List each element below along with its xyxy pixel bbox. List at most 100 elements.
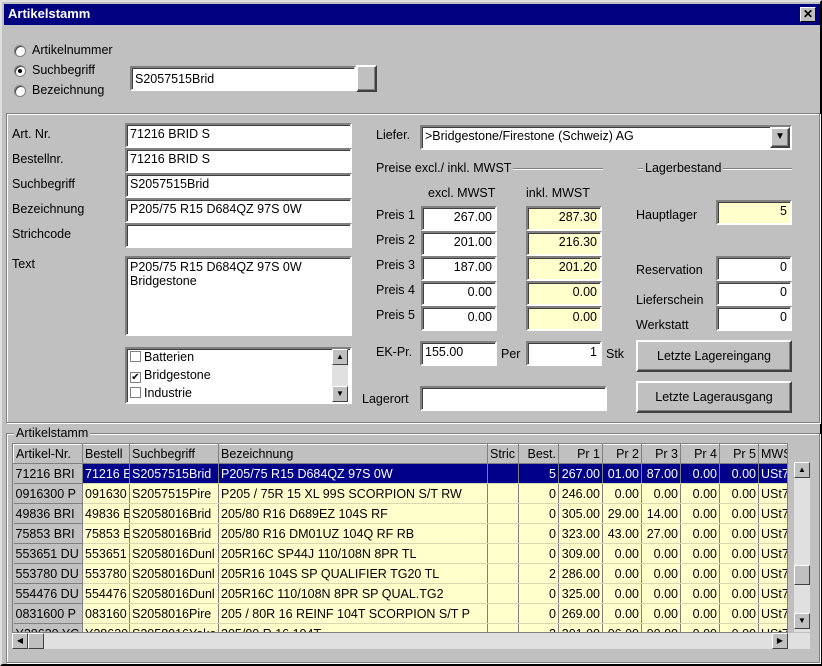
grid-cell[interactable]: 305.00 bbox=[558, 503, 603, 524]
grid-row[interactable]: 0916300 P 091630 S2057515Pire P205 / 75R 15… bbox=[13, 483, 787, 504]
grid-cell[interactable]: 0.00 bbox=[680, 463, 720, 484]
grid-cell[interactable]: 0 bbox=[518, 523, 559, 544]
text-area[interactable]: P205/75 R15 D684QZ 97S 0W Bridgestone bbox=[125, 256, 352, 336]
grid-cell[interactable] bbox=[487, 583, 519, 604]
grid-cell[interactable]: USt7( bbox=[758, 603, 787, 624]
letzte-lagerausgang-button[interactable]: Letzte Lagerausgang bbox=[636, 381, 792, 413]
grid-cell[interactable]: 553780 bbox=[82, 563, 130, 584]
grid-cell[interactable]: 06.00 bbox=[602, 623, 642, 632]
grid-cell[interactable]: 205R16 104S SP QUALIFIER TG20 TL bbox=[218, 563, 488, 584]
grid-column-header[interactable]: Best. bbox=[518, 444, 559, 464]
grid-cell[interactable]: 71216 BRI bbox=[13, 463, 83, 484]
grid-row[interactable]: 553780 DU 553780 S2058016Dunl 205R16 104S S… bbox=[13, 563, 787, 584]
grid-cell[interactable]: S2058016Brid bbox=[129, 503, 219, 524]
grid-cell[interactable]: 0.00 bbox=[641, 563, 681, 584]
scroll-right-icon[interactable]: ▶ bbox=[772, 633, 788, 649]
grid-cell[interactable]: 325.00 bbox=[558, 583, 603, 604]
grid-cell[interactable] bbox=[487, 463, 519, 484]
radio-bezeichnung[interactable] bbox=[14, 85, 26, 97]
grid-cell[interactable]: 205R16C 110/108N 8PR SP QUAL.TG2 bbox=[218, 583, 488, 604]
reservation-field[interactable]: 0 bbox=[716, 256, 792, 281]
grid-cell[interactable]: USt7( bbox=[758, 503, 787, 524]
price5-incl[interactable]: 0.00 bbox=[526, 306, 602, 331]
price4-excl[interactable]: 0.00 bbox=[421, 281, 497, 306]
grid-cell[interactable]: 0.00 bbox=[602, 563, 642, 584]
grid-cell[interactable]: 0 bbox=[518, 603, 559, 624]
grid-column-header[interactable]: Bestell bbox=[82, 444, 130, 464]
price3-excl[interactable]: 187.00 bbox=[421, 256, 497, 281]
price2-excl[interactable]: 201.00 bbox=[421, 231, 497, 256]
suchbegriff-field[interactable]: S2057515Brid bbox=[125, 173, 352, 198]
grid-cell[interactable]: S2058016Dunl bbox=[129, 583, 219, 604]
grid-cell[interactable] bbox=[487, 503, 519, 524]
grid-cell[interactable]: 0.00 bbox=[641, 583, 681, 604]
price3-incl[interactable]: 201.20 bbox=[526, 256, 602, 281]
bestellnr-field[interactable]: 71216 BRID S bbox=[125, 148, 352, 173]
price1-excl[interactable]: 267.00 bbox=[421, 206, 497, 231]
grid-cell[interactable]: 246.00 bbox=[558, 483, 603, 504]
grid-cell[interactable]: 091630 bbox=[82, 483, 130, 504]
grid-cell[interactable]: 553651 DU bbox=[13, 543, 83, 564]
grid-cell[interactable]: 49836 BRI bbox=[13, 503, 83, 524]
grid-cell[interactable]: 554476 bbox=[82, 583, 130, 604]
category-item[interactable]: Batterien bbox=[130, 350, 347, 368]
artikel-grid[interactable]: Artikel-Nr. Bestell Suchbegriff Bezeichnung… bbox=[12, 443, 788, 633]
grid-row[interactable]: 49836 BRI 49836 E S2058016Brid 205/80 R16 D… bbox=[13, 503, 787, 524]
letzte-lagereingang-button[interactable]: Letzte Lagereingang bbox=[636, 340, 792, 372]
grid-cell[interactable]: 01.00 bbox=[602, 463, 642, 484]
grid-cell[interactable]: USt7( bbox=[758, 483, 787, 504]
grid-cell[interactable]: 29.00 bbox=[602, 503, 642, 524]
grid-cell[interactable]: 0.00 bbox=[719, 623, 759, 632]
grid-cell[interactable] bbox=[487, 603, 519, 624]
grid-cell[interactable]: 0.00 bbox=[602, 583, 642, 604]
grid-cell[interactable]: P205 / 75R 15 XL 99S SCORPION S/T RW bbox=[218, 483, 488, 504]
price1-incl[interactable]: 287.30 bbox=[526, 206, 602, 231]
scroll-left-icon[interactable]: ◀ bbox=[12, 633, 28, 649]
grid-cell[interactable]: S2058016Brid bbox=[129, 523, 219, 544]
grid-cell[interactable]: 0.00 bbox=[719, 603, 759, 624]
grid-cell[interactable]: Y28630 bbox=[82, 623, 130, 632]
grid-cell[interactable]: 49836 E bbox=[82, 503, 130, 524]
grid-cell[interactable]: 0.00 bbox=[602, 483, 642, 504]
grid-cell[interactable]: 553651 bbox=[82, 543, 130, 564]
grid-cell[interactable]: 27.00 bbox=[641, 523, 681, 544]
grid-hscrollbar[interactable] bbox=[12, 633, 810, 649]
grid-column-header[interactable]: Pr 4 bbox=[680, 444, 720, 464]
grid-cell[interactable]: 267.00 bbox=[558, 463, 603, 484]
hscroll-thumb[interactable] bbox=[28, 633, 44, 649]
search-input[interactable]: S2057515Brid bbox=[130, 66, 356, 91]
lieferschein-field[interactable]: 0 bbox=[716, 281, 792, 306]
grid-cell[interactable]: 205/80 R16 DM01UZ 104Q RF RB bbox=[218, 523, 488, 544]
grid-cell[interactable]: Y28630 YC bbox=[13, 623, 83, 632]
grid-column-header[interactable]: Pr 3 bbox=[641, 444, 681, 464]
grid-cell[interactable]: 0.00 bbox=[680, 523, 720, 544]
grid-cell[interactable]: 0.00 bbox=[641, 543, 681, 564]
grid-cell[interactable]: 0.00 bbox=[602, 543, 642, 564]
grid-cell[interactable]: 323.00 bbox=[558, 523, 603, 544]
grid-cell[interactable]: 0.00 bbox=[641, 483, 681, 504]
grid-cell[interactable]: 71216 E bbox=[82, 463, 130, 484]
hauptlager-field[interactable]: 5 bbox=[716, 200, 792, 225]
grid-cell[interactable] bbox=[487, 483, 519, 504]
grid-cell[interactable]: USt7( bbox=[758, 563, 787, 584]
grid-cell[interactable] bbox=[487, 623, 519, 632]
grid-cell[interactable]: 0.00 bbox=[719, 583, 759, 604]
art-nr-field[interactable]: 71216 BRID S bbox=[125, 123, 352, 148]
radio-artikelnummer[interactable] bbox=[14, 45, 26, 57]
grid-cell[interactable]: 0 bbox=[518, 503, 559, 524]
grid-cell[interactable]: 554476 DU bbox=[13, 583, 83, 604]
grid-row[interactable]: 71216 BRI 71216 E S2057515Brid P205/75 R15 … bbox=[13, 463, 787, 484]
grid-cell[interactable] bbox=[487, 563, 519, 584]
grid-cell[interactable]: 0.00 bbox=[680, 583, 720, 604]
grid-cell[interactable]: 0.00 bbox=[719, 543, 759, 564]
grid-cell[interactable]: USt7( bbox=[758, 583, 787, 604]
grid-cell[interactable]: 0 bbox=[518, 583, 559, 604]
chevron-down-icon[interactable]: ▼ bbox=[770, 127, 790, 148]
grid-cell[interactable]: 14.00 bbox=[641, 503, 681, 524]
grid-cell[interactable]: 87.00 bbox=[641, 463, 681, 484]
grid-cell[interactable]: P205/75 R15 D684QZ 97S 0W bbox=[218, 463, 488, 484]
lagerort-field[interactable] bbox=[420, 386, 607, 411]
grid-cell[interactable]: 205/80 R 16 104T bbox=[218, 623, 488, 632]
grid-cell[interactable]: 0.00 bbox=[719, 523, 759, 544]
grid-cell[interactable]: 205R16C SP44J 110/108N 8PR TL bbox=[218, 543, 488, 564]
